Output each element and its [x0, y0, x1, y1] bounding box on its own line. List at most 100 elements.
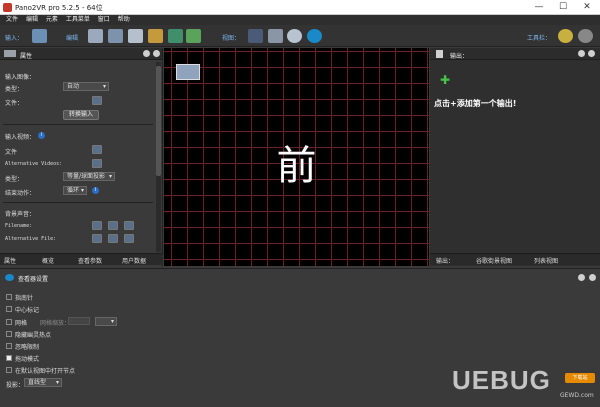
film-reel-icon[interactable]: [578, 29, 593, 43]
edit-tool-1-icon[interactable]: [88, 29, 103, 43]
projection-select[interactable]: 直线型: [24, 378, 62, 387]
output-icon: [436, 50, 443, 58]
output-title: 输出：: [450, 53, 469, 60]
grid-zoom-label: 网格缩放：: [40, 320, 71, 327]
drag-mode-checkbox[interactable]: [6, 355, 12, 361]
divider: [3, 202, 153, 203]
tab-street-view[interactable]: 谷歌街景视图: [476, 256, 512, 265]
title-bar: Pano2VR pro 5.2.5 - 64位 — ☐ ✕: [0, 0, 600, 15]
clock-icon[interactable]: [287, 29, 302, 43]
file-label: 文件：: [5, 100, 24, 107]
panorama-viewer[interactable]: 前: [164, 48, 429, 266]
end-action-select[interactable]: 循环: [63, 186, 87, 195]
tab-list-view[interactable]: 列表视图: [534, 256, 558, 265]
add-output-icon[interactable]: ✚: [440, 74, 450, 86]
right-tabs: 输出： 谷歌街景视图 列表视图: [430, 253, 600, 265]
properties-header: 属性: [0, 48, 162, 60]
tab-user-data[interactable]: 用户数据: [122, 256, 146, 265]
map-marker-icon[interactable]: [186, 29, 201, 43]
open-node-default-view-checkbox[interactable]: [6, 367, 12, 373]
input-image-header: 输入图像：: [5, 74, 36, 81]
edit-tool-3-icon[interactable]: [128, 29, 143, 43]
sound-file-icon[interactable]: [92, 221, 102, 230]
panorama-thumbnail-icon[interactable]: [176, 64, 200, 80]
tab-overview[interactable]: 概览: [42, 256, 54, 265]
alt-file-icon[interactable]: [92, 234, 102, 243]
gear-star-icon[interactable]: [558, 29, 573, 43]
float-panel-icon[interactable]: [578, 274, 585, 281]
output-hint: 点击+添加第一个输出!: [434, 99, 517, 108]
ignore-limits-checkbox[interactable]: [6, 343, 12, 349]
menu-file[interactable]: 文件: [6, 15, 18, 25]
eye-icon[interactable]: [307, 29, 322, 43]
compass-checkbox[interactable]: [6, 294, 12, 300]
video-type-label: 类型：: [5, 176, 24, 183]
projection-label: 投影：: [6, 382, 25, 389]
hide-ghost-hotspots-checkbox[interactable]: [6, 331, 12, 337]
eye-icon: [5, 274, 14, 281]
edit-tool-2-icon[interactable]: [108, 29, 123, 43]
app-icon: [3, 3, 12, 12]
float-panel-icon[interactable]: [143, 50, 150, 57]
filename-label: Filename:: [5, 223, 33, 229]
input-panorama-icon[interactable]: [32, 29, 47, 43]
tab-properties[interactable]: 属性: [4, 256, 16, 265]
menu-window[interactable]: 窗口: [98, 15, 110, 25]
close-panel-icon[interactable]: [589, 274, 596, 281]
window-title: Pano2VR pro 5.2.5 - 64位: [15, 4, 103, 12]
properties-panel: 属性 输入图像： 类型： 自动 文件： 转换输入 输入视频： i 文件 Alte…: [0, 48, 163, 266]
grid-zoom-input[interactable]: [68, 317, 90, 325]
output-header: 输出：: [430, 48, 600, 60]
open-file-icon[interactable]: [92, 96, 102, 105]
tab-output[interactable]: 输出：: [436, 256, 454, 265]
divider: [3, 124, 153, 125]
toolbar: 输入： 编辑 视图： 工具栏：: [0, 25, 600, 47]
box-icon[interactable]: [148, 29, 163, 43]
float-panel-icon[interactable]: [578, 50, 585, 57]
tab-view-params[interactable]: 查看参数: [78, 256, 102, 265]
info-icon[interactable]: i: [38, 132, 45, 139]
map-icon[interactable]: [168, 29, 183, 43]
type-label: 类型：: [5, 86, 24, 93]
input-video-header: 输入视频：: [5, 134, 36, 141]
scrollbar-thumb[interactable]: [156, 66, 161, 176]
menu-tools[interactable]: 工具菜单: [66, 15, 90, 25]
compass-label: 指南针: [15, 295, 34, 302]
add-alt-video-icon[interactable]: [92, 159, 102, 168]
alt-file-open-icon[interactable]: [108, 234, 118, 243]
edit-label: 编辑: [66, 35, 79, 42]
alt-file-clear-icon[interactable]: [124, 234, 134, 243]
sound-open-icon[interactable]: [108, 221, 118, 230]
type-select[interactable]: 自动: [63, 82, 109, 91]
bg-sound-header: 背景声音：: [5, 211, 36, 218]
center-marker-checkbox[interactable]: [6, 306, 12, 312]
view-tool-icon[interactable]: [268, 29, 283, 43]
viewer-settings-title: 查看器设置: [18, 276, 49, 283]
binoculars-icon[interactable]: [248, 29, 263, 43]
menu-edit[interactable]: 编辑: [26, 15, 38, 25]
convert-input-button[interactable]: 转换输入: [63, 110, 99, 120]
input-label: 输入：: [5, 35, 24, 42]
close-panel-icon[interactable]: [153, 50, 160, 57]
menu-elements[interactable]: 元素: [46, 15, 58, 25]
minimize-button[interactable]: —: [528, 1, 550, 14]
info-icon[interactable]: i: [92, 187, 99, 194]
grid-select[interactable]: [95, 317, 117, 326]
output-panel: 输出： ✚ 点击+添加第一个输出! 输出： 谷歌街景视图 列表视图: [430, 48, 600, 266]
video-file-label: 文件: [5, 149, 18, 156]
hide-ghost-hotspots-label: 隐藏幽灵热点: [15, 332, 52, 339]
close-panel-icon[interactable]: [588, 50, 595, 57]
scrollbar[interactable]: [156, 62, 161, 252]
grid-checkbox[interactable]: [6, 319, 12, 325]
watermark-logo: UEBUG: [452, 365, 551, 395]
maximize-button[interactable]: ☐: [552, 1, 574, 14]
close-button[interactable]: ✕: [576, 1, 598, 14]
open-video-icon[interactable]: [92, 145, 102, 154]
grid-label: 网格: [15, 320, 28, 327]
left-tabs: 属性 概览 查看参数 用户数据: [0, 253, 163, 265]
video-type-select[interactable]: 等量/球面投影: [63, 172, 115, 181]
sound-clear-icon[interactable]: [124, 221, 134, 230]
menu-help[interactable]: 帮助: [118, 15, 130, 25]
watermark-site: GEWD.com: [560, 392, 594, 399]
cube-face-label: 前: [276, 143, 317, 189]
